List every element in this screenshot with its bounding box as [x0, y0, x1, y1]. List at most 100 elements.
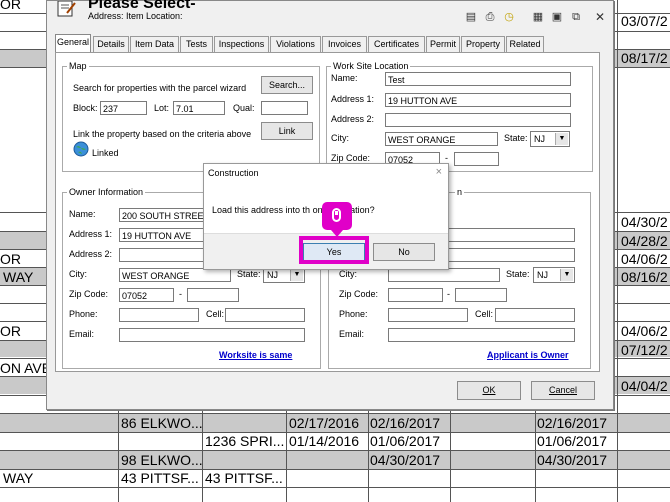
block-field[interactable]: 237 — [100, 101, 147, 115]
applicant-zip-separator: - — [447, 289, 450, 299]
print-preview-icon[interactable]: ▤ — [464, 10, 478, 24]
owner-zip-field[interactable]: 07052 — [119, 288, 174, 302]
grid-cell: 08/17/2 — [621, 50, 668, 66]
owner-zip-separator: - — [179, 289, 182, 299]
qual-field[interactable] — [261, 101, 308, 115]
yes-button-highlight — [299, 236, 369, 264]
grid-cell: 01/06/2017 — [370, 433, 441, 449]
block-label: Block: — [73, 103, 98, 113]
tab-violations[interactable]: Violations — [270, 36, 321, 52]
owner-name-label: Name: — [69, 209, 96, 219]
grid-cell: 03/07/2 — [621, 13, 668, 29]
copy-icon[interactable]: ⧉ — [569, 10, 583, 24]
close-icon[interactable]: ✕ — [593, 10, 607, 24]
grid-cell: WAY — [3, 470, 34, 486]
grid-cell: 01/06/2017 — [537, 433, 608, 449]
grid-cell: 02/16/2017 — [537, 415, 608, 431]
close-icon[interactable]: × — [436, 166, 442, 178]
ok-button[interactable]: OK — [457, 381, 521, 400]
grid-cell: WAY — [3, 269, 34, 285]
chevron-down-icon: ▼ — [560, 269, 573, 281]
grid-cell: OR — [0, 251, 21, 267]
grid-cell: 04/30/2017 — [370, 452, 441, 468]
owner-zip-label: Zip Code: — [69, 289, 109, 299]
applicant-email-field[interactable] — [388, 328, 575, 342]
worksite-is-same-link[interactable]: Worksite is same — [219, 350, 292, 360]
owner-city-label: City: — [69, 269, 87, 279]
applicant-phone-label: Phone: — [339, 309, 368, 319]
applicant-phone-field[interactable] — [388, 308, 468, 322]
grid-cell: 04/04/2 — [621, 378, 668, 394]
owner-cell-field[interactable] — [225, 308, 305, 322]
tab-inspections[interactable]: Inspections — [214, 36, 269, 52]
applicant-city-field[interactable] — [388, 268, 500, 282]
link-text: Link the property based on the criteria … — [73, 129, 252, 139]
chevron-down-icon: ▼ — [290, 269, 303, 281]
grid-cell: OR — [0, 0, 21, 12]
ws-address2-field[interactable] — [385, 113, 571, 127]
applicant-is-owner-link[interactable]: Applicant is Owner — [487, 350, 569, 360]
search-button[interactable]: Search... — [261, 76, 313, 94]
no-button[interactable]: No — [373, 243, 435, 261]
ws-name-field[interactable]: Test — [385, 72, 571, 86]
tab-invoices[interactable]: Invoices — [322, 36, 367, 52]
owner-cell-label: Cell: — [206, 309, 225, 319]
tab-item-data[interactable]: Item Data — [130, 36, 179, 52]
map-group: Map Search for properties with the parce… — [62, 61, 320, 172]
grid-cell: 1236 SPRI... — [205, 433, 285, 449]
document-icon — [57, 1, 76, 17]
grid-cell: 98 ELKWO... — [121, 452, 203, 468]
tab-general[interactable]: General — [55, 34, 91, 53]
owner-phone-field[interactable] — [119, 308, 199, 322]
link-button[interactable]: Link — [261, 122, 313, 140]
owner-address1-label: Address 1: — [69, 229, 113, 239]
qual-label: Qual: — [233, 103, 255, 113]
grid-cell: 04/28/2 — [621, 233, 668, 249]
owner-zip4-field[interactable] — [187, 288, 239, 302]
applicant-zip-field[interactable] — [388, 288, 443, 302]
lot-field[interactable]: 7.01 — [173, 101, 225, 115]
owner-phone-label: Phone: — [69, 309, 98, 319]
globe-icon — [73, 141, 89, 157]
clock-icon[interactable]: ◷ — [502, 10, 516, 24]
grid-cell: 04/06/2 — [621, 251, 668, 267]
ws-address1-label: Address 1: — [331, 94, 375, 104]
ws-state-label: State: — [504, 133, 528, 143]
tab-certificates[interactable]: Certificates — [368, 36, 425, 52]
grid-cell: 02/17/2016 — [289, 415, 360, 431]
cancel-button[interactable]: Cancel — [531, 381, 595, 400]
grid-cell: OR — [0, 323, 21, 339]
window-subtitle: Address: Item Location: — [88, 11, 183, 21]
owner-state-value: NJ — [267, 270, 278, 280]
grid-cell: 86 ELKWO... — [121, 415, 203, 431]
print-icon[interactable]: ⎙ — [483, 10, 497, 24]
tab-related[interactable]: Related — [506, 36, 544, 52]
applicant-state-value: NJ — [537, 270, 548, 280]
ws-city-field[interactable]: WEST ORANGE — [385, 132, 498, 146]
applicant-state-label: State: — [506, 269, 530, 279]
owner-email-label: Email: — [69, 329, 95, 339]
grid-cell: 43 PITTSF... — [205, 470, 283, 486]
owner-state-label: State: — [237, 269, 261, 279]
owner-email-field[interactable] — [119, 328, 305, 342]
note-icon[interactable]: ▦ — [531, 10, 545, 24]
applicant-zip4-field[interactable] — [455, 288, 507, 302]
ws-zip4-field[interactable] — [454, 152, 499, 166]
tab-details[interactable]: Details — [93, 36, 129, 52]
search-text: Search for properties with the parcel wi… — [73, 83, 247, 93]
ws-address1-field[interactable]: 19 HUTTON AVE — [385, 93, 571, 107]
tab-property[interactable]: Property — [461, 36, 505, 52]
tab-tests[interactable]: Tests — [180, 36, 213, 52]
applicant-city-label: City: — [339, 269, 357, 279]
applicant-state-select[interactable]: NJ ▼ — [533, 267, 575, 283]
ws-zip-separator: - — [445, 153, 448, 163]
applicant-email-label: Email: — [339, 329, 365, 339]
owner-city-field[interactable]: WEST ORANGE — [119, 268, 231, 282]
tab-permit[interactable]: Permit — [426, 36, 460, 52]
work-site-group: Work Site Location Name: Test Address 1:… — [326, 61, 593, 172]
ws-state-select[interactable]: NJ ▼ — [530, 131, 570, 147]
applicant-cell-field[interactable] — [495, 308, 575, 322]
cursor-badge — [322, 202, 352, 237]
grid-cell: 02/16/2017 — [370, 415, 441, 431]
save-icon[interactable]: ▣ — [550, 10, 564, 24]
